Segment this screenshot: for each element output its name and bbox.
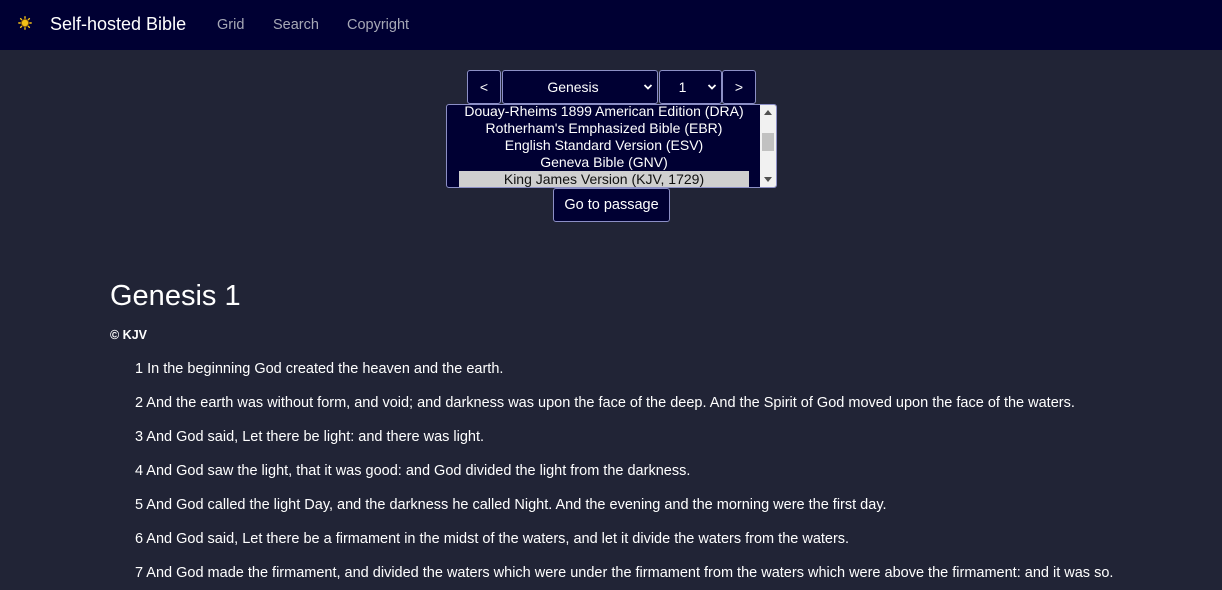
chevron-down-icon [707,84,717,90]
version-option-esv[interactable]: English Standard Version (ESV) [459,137,749,154]
book-select-value: Genesis [547,79,599,95]
version-options: Douay-Rheims 1899 American Edition (DRA)… [459,105,749,187]
top-navbar: Self-hosted Bible Grid Search Copyright [0,0,1222,50]
verse-2: 2 And the earth was without form, and vo… [135,395,1075,411]
previous-chapter-button[interactable]: < [467,70,501,104]
chapter-select-value: 1 [678,79,687,95]
verse-5: 5 And God called the light Day, and the … [135,497,887,513]
verse-4: 4 And God saw the light, that it was goo… [135,463,691,479]
version-list-scrollbar[interactable] [760,105,776,187]
next-chapter-button[interactable]: > [722,70,756,104]
sun-icon[interactable] [18,16,32,30]
verse-7: 7 And God made the firmament, and divide… [135,565,1114,581]
go-to-passage-button[interactable]: Go to passage [553,188,670,222]
book-select[interactable]: Genesis [502,70,658,104]
version-option-ebr[interactable]: Rotherham's Emphasized Bible (EBR) [459,120,749,137]
scroll-down-arrow-icon[interactable] [764,177,772,182]
version-listbox[interactable]: Douay-Rheims 1899 American Edition (DRA)… [446,104,777,188]
nav-link-copyright[interactable]: Copyright [347,17,409,33]
nav-link-grid[interactable]: Grid [217,17,244,33]
version-option-dra[interactable]: Douay-Rheims 1899 American Edition (DRA) [459,105,749,120]
chapter-select[interactable]: 1 [659,70,722,104]
chevron-down-icon [643,84,653,90]
verse-1: 1 In the beginning God created the heave… [135,361,504,377]
translation-copyright: © KJV [110,328,147,342]
scrollbar-thumb[interactable] [762,133,774,151]
nav-link-search[interactable]: Search [273,17,319,33]
brand-link[interactable]: Self-hosted Bible [50,14,186,35]
verse-6: 6 And God said, Let there be a firmament… [135,531,850,547]
chapter-title: Genesis 1 [110,280,241,312]
version-option-kjv-selected[interactable]: King James Version (KJV, 1729) [459,171,749,187]
version-option-gnv[interactable]: Geneva Bible (GNV) [459,154,749,171]
scroll-up-arrow-icon[interactable] [764,110,772,115]
verse-3: 3 And God said, Let there be light: and … [135,429,485,445]
